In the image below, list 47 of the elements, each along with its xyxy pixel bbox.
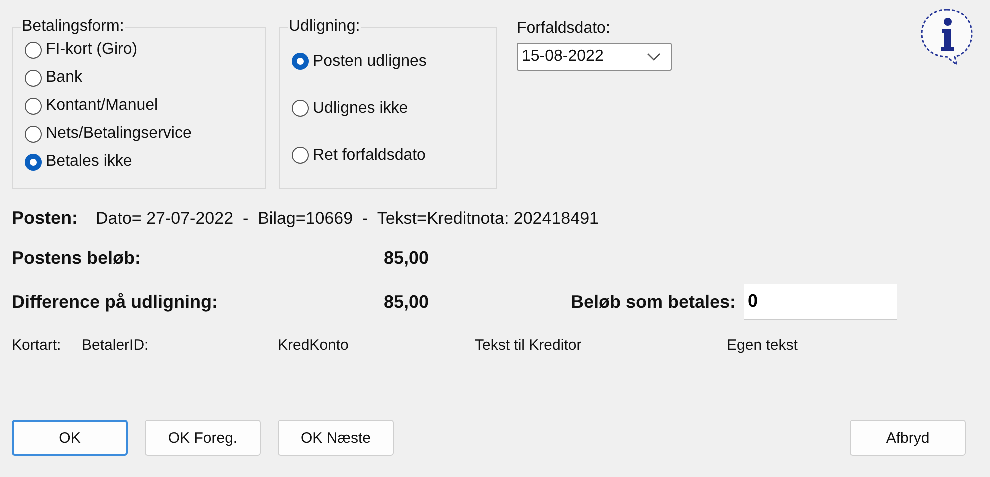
option-label: Ret forfaldsdato xyxy=(313,146,426,164)
dialog-button[interactable]: OK Foreg. xyxy=(145,420,261,456)
group-legend: Udligning: xyxy=(288,18,362,36)
entry-text: Dato= 27-07-2022 - Bilag=10669 - Tekst=Kreditnota: 202418491 xyxy=(96,209,599,229)
dialog-button[interactable]: Afbryd xyxy=(850,420,966,456)
amount-to-pay-label: Beløb som betales: xyxy=(571,292,736,312)
radio-button[interactable] xyxy=(25,42,42,58)
dialog-button[interactable]: OK Næste xyxy=(278,420,394,456)
radio-option[interactable]: Posten udlignes xyxy=(292,38,427,85)
column-label: Egen tekst xyxy=(727,337,799,354)
difference-label: Difference på udligning: xyxy=(12,292,220,312)
option-label: Betales ikke xyxy=(46,153,132,171)
radio-button[interactable] xyxy=(25,98,42,114)
radio-option[interactable]: Udlignes ikke xyxy=(292,85,408,132)
due-date-label: Forfaldsdato: xyxy=(517,20,612,38)
amount-value: 85,00 xyxy=(384,248,430,268)
option-label: FI-kort (Giro) xyxy=(46,41,138,59)
group-legend: Betalingsform: xyxy=(21,18,126,36)
radio-button[interactable] xyxy=(292,147,309,164)
option-label: Udlignes ikke xyxy=(313,100,408,118)
radio-option[interactable]: FI-kort (Giro) xyxy=(25,36,138,64)
due-date-dropdown[interactable]: 15-08-2022 xyxy=(517,43,672,71)
option-label: Posten udlignes xyxy=(313,52,427,70)
radio-option[interactable]: Kontant/Manuel xyxy=(25,92,158,120)
radio-option[interactable]: Bank xyxy=(25,64,82,92)
radio-button[interactable] xyxy=(25,154,42,170)
column-label: BetalerID: xyxy=(82,337,150,354)
info-icon[interactable] xyxy=(919,7,975,67)
amount-to-pay-field[interactable]: 0 xyxy=(744,284,898,320)
radio-button[interactable] xyxy=(25,70,42,86)
option-label: Bank xyxy=(46,69,82,87)
dialog-button[interactable]: OK xyxy=(12,420,128,456)
entry-label: Posten: xyxy=(12,208,78,229)
column-label: Kortart: xyxy=(12,337,62,354)
radio-option[interactable]: Nets/Betalingservice xyxy=(25,120,192,148)
option-label: Kontant/Manuel xyxy=(46,97,158,115)
option-label: Nets/Betalingservice xyxy=(46,125,192,143)
chevron-down-icon xyxy=(647,53,661,61)
column-label: KredKonto xyxy=(278,337,350,354)
radio-button[interactable] xyxy=(292,53,309,70)
radio-button[interactable] xyxy=(292,100,309,117)
radio-option[interactable]: Betales ikke xyxy=(25,148,132,176)
amount-label: Postens beløb: xyxy=(12,248,142,268)
column-label: Tekst til Kreditor xyxy=(475,337,583,354)
radio-option[interactable]: Ret forfaldsdato xyxy=(292,132,426,179)
difference-value: 85,00 xyxy=(384,292,430,312)
radio-button[interactable] xyxy=(25,126,42,142)
